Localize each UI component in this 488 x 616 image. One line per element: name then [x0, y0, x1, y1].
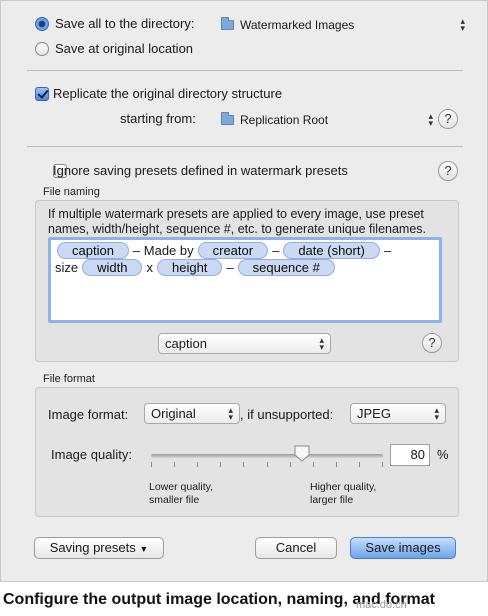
quality-slider[interactable] [151, 445, 383, 467]
file-naming-description: If multiple watermark presets are applie… [48, 207, 427, 236]
pattern-token[interactable]: creator [197, 242, 269, 259]
save-directory-label: Save all to the directory: [55, 16, 195, 31]
saving-presets-label: Saving presets [49, 540, 136, 555]
image-format-label: Image format: [48, 407, 129, 422]
directory-popup[interactable]: Watermarked Images ▴ ▾ [221, 15, 465, 35]
pattern-text: – [272, 243, 280, 258]
quality-input[interactable]: 80 [390, 444, 430, 466]
help-icon[interactable]: ? [438, 161, 458, 181]
folder-icon [221, 112, 234, 125]
pattern-text: x [146, 260, 153, 275]
figure-caption-bar: Configure the output image location, nam… [0, 586, 488, 616]
pattern-token[interactable]: caption [57, 242, 129, 259]
token-popup-value: caption [165, 336, 207, 351]
pattern-token[interactable]: height [156, 259, 223, 276]
unsupported-label: , if unsupported: [240, 407, 334, 422]
pattern-line-1: caption – Made by creator – date (short) – [57, 242, 395, 259]
slider-tick [336, 462, 337, 467]
caret-down-icon: ▼ [139, 544, 149, 554]
help-icon[interactable]: ? [422, 333, 442, 353]
save-images-button[interactable]: Save images [350, 537, 456, 559]
slider-tick [220, 462, 221, 467]
directory-value: Watermarked Images [240, 18, 355, 32]
image-format-popup[interactable]: Original ▴ ▾ [144, 403, 240, 424]
starting-from-popup[interactable]: Replication Root ▴ ▾ [221, 110, 433, 130]
chevron-updown-icon: ▴ ▾ [460, 16, 465, 33]
slider-track [151, 454, 383, 458]
pattern-line-2: size width x height – sequence # [55, 259, 339, 276]
image-quality-label: Image quality: [51, 447, 132, 462]
save-directory-radio[interactable] [35, 17, 49, 31]
slider-tick [151, 462, 152, 467]
filename-pattern-field[interactable]: caption – Made by creator – date (short) – si… [48, 237, 442, 323]
cancel-button[interactable]: Cancel [255, 537, 337, 559]
high-quality-hint: Higher quality, larger file [310, 481, 376, 507]
unsupported-format-value: JPEG [357, 406, 391, 421]
save-original-radio[interactable] [35, 42, 49, 56]
slider-tick [243, 462, 244, 467]
file-naming-legend: File naming [43, 186, 100, 198]
folder-icon [221, 17, 234, 30]
pattern-text: – [383, 243, 392, 258]
slider-tick [382, 462, 383, 467]
pattern-text: size [55, 260, 79, 275]
pattern-token[interactable]: width [82, 259, 143, 276]
divider [27, 146, 463, 147]
file-format-legend: File format [43, 373, 95, 385]
slider-tick [197, 462, 198, 467]
slider-tick [290, 462, 291, 467]
saving-presets-button[interactable]: Saving presets ▼ [34, 537, 164, 559]
slider-ticks [151, 462, 383, 467]
token-popup[interactable]: caption ▴ ▾ [158, 333, 331, 354]
low-quality-hint: Lower quality, smaller file [149, 481, 213, 507]
starting-from-label: starting from: [120, 111, 196, 126]
slider-tick [313, 462, 314, 467]
file-format-group: Image format: Original ▴ ▾ , if unsupport… [35, 387, 459, 517]
pattern-token[interactable]: sequence # [237, 259, 335, 276]
high-hint-line-1: Higher quality, [310, 481, 377, 493]
slider-tick [174, 462, 175, 467]
file-naming-group: If multiple watermark presets are applie… [35, 200, 459, 362]
save-dialog: Save all to the directory: Watermarked I… [0, 0, 488, 582]
chevron-updown-icon: ▴ ▾ [228, 404, 233, 422]
quality-unit: % [437, 447, 449, 462]
replicate-label: Replicate the original directory structu… [53, 86, 283, 101]
low-hint-line-2: smaller file [149, 494, 200, 506]
divider [27, 70, 463, 71]
chevron-updown-icon: ▴ ▾ [319, 334, 324, 352]
save-original-label: Save at original location [55, 41, 194, 56]
site-watermark: mac.do.cn [356, 599, 407, 611]
slider-knob[interactable] [294, 445, 310, 462]
pattern-text: – Made by [132, 243, 194, 258]
image-format-value: Original [151, 406, 196, 421]
starting-from-value: Replication Root [240, 113, 329, 127]
unsupported-format-popup[interactable]: JPEG ▴ ▾ [350, 403, 446, 424]
chevron-updown-icon: ▴ ▾ [428, 111, 433, 128]
pattern-text: – [226, 260, 234, 275]
low-hint-line-1: Lower quality, [149, 481, 214, 493]
help-icon[interactable]: ? [438, 109, 458, 129]
pattern-token[interactable]: date (short) [283, 242, 380, 259]
chevron-updown-icon: ▴ ▾ [434, 404, 439, 422]
replicate-checkbox[interactable] [35, 87, 49, 101]
slider-tick [267, 462, 268, 467]
ignore-presets-label: Ignore saving presets defined in waterma… [53, 163, 348, 178]
high-hint-line-2: larger file [310, 494, 354, 506]
slider-tick [359, 462, 360, 467]
